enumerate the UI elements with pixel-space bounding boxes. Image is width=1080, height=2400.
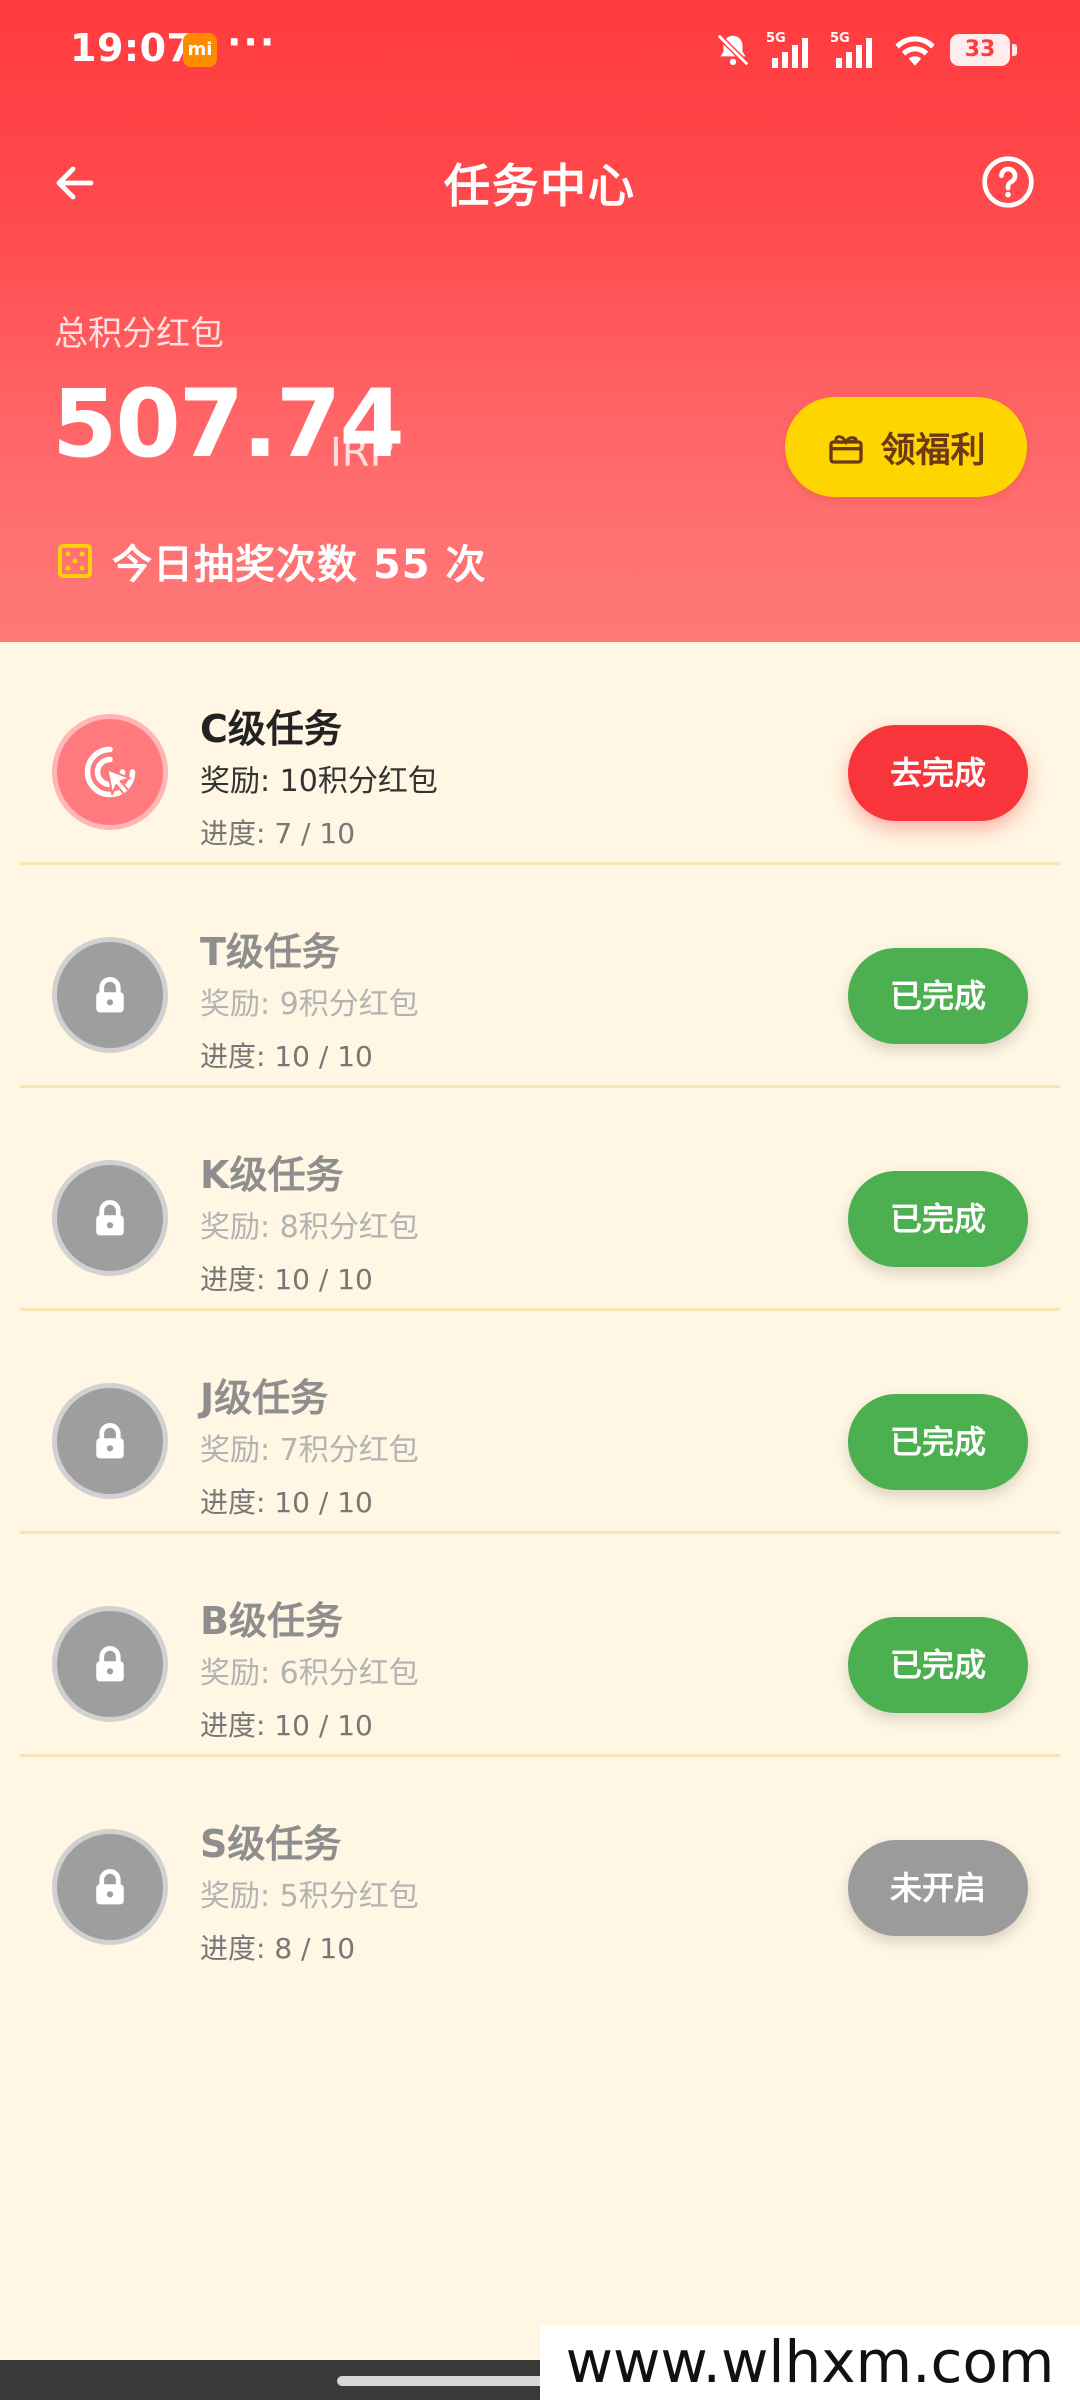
completed-button[interactable]: 已完成	[848, 1394, 1028, 1490]
task-name: B级任务	[200, 1599, 343, 1643]
points-unit: IRP	[330, 430, 394, 476]
lock-icon	[96, 1869, 124, 1905]
task-icon	[52, 1160, 168, 1276]
nav-bar: 任务中心	[0, 120, 1080, 240]
task-icon	[52, 714, 168, 830]
status-time: 19:07	[70, 26, 194, 70]
dice-icon	[58, 544, 92, 578]
battery-indicator: 33	[950, 34, 1017, 66]
status-bar: 19:07 mi ··· 5G 5G 33	[0, 0, 1080, 100]
task-icon	[52, 1829, 168, 1945]
completed-button[interactable]: 已完成	[848, 1617, 1028, 1713]
svg-text:5G: 5G	[766, 31, 786, 46]
task-progress: 进度: 7 / 10	[200, 817, 356, 850]
task-item-s: S级任务 奖励: 5积分红包 进度: 8 / 10 未开启	[20, 1757, 1060, 1980]
status-more-dots: ···	[227, 20, 277, 64]
welfare-button-label: 领福利	[880, 430, 986, 471]
task-name: K级任务	[200, 1153, 344, 1197]
task-progress: 进度: 10 / 10	[200, 1040, 373, 1073]
task-icon	[52, 937, 168, 1053]
mute-bell-icon	[716, 33, 750, 67]
mi-app-badge: mi	[183, 33, 217, 67]
task-icon	[52, 1383, 168, 1499]
task-icon	[52, 1606, 168, 1722]
task-name: C级任务	[200, 707, 342, 751]
task-list: C级任务 奖励: 10积分红包 进度: 7 / 10 去完成 T级任务 奖励: …	[20, 642, 1060, 1980]
wifi-icon	[895, 36, 935, 66]
lock-icon	[96, 1423, 124, 1459]
welfare-button[interactable]: 领福利	[785, 397, 1027, 497]
completed-button[interactable]: 已完成	[848, 1171, 1028, 1267]
task-progress: 进度: 10 / 10	[200, 1709, 373, 1742]
task-name: S级任务	[200, 1822, 342, 1866]
lottery-count-text: 今日抽奖次数 55 次	[112, 542, 487, 588]
signal-5g-icon-2: 5G	[830, 31, 872, 68]
task-reward: 奖励: 8积分红包	[200, 1210, 419, 1245]
task-name: T级任务	[200, 930, 340, 974]
completed-button[interactable]: 已完成	[848, 948, 1028, 1044]
task-progress: 进度: 10 / 10	[200, 1486, 373, 1519]
tap-cursor-icon	[84, 746, 136, 798]
task-reward: 奖励: 9积分红包	[200, 987, 419, 1022]
task-progress: 进度: 10 / 10	[200, 1263, 373, 1296]
help-button[interactable]	[972, 146, 1044, 218]
task-progress: 进度: 8 / 10	[200, 1932, 356, 1965]
points-label: 总积分红包	[54, 314, 224, 354]
task-item-j: J级任务 奖励: 7积分红包 进度: 10 / 10 已完成	[20, 1311, 1060, 1534]
task-reward: 奖励: 7积分红包	[200, 1433, 419, 1468]
task-reward: 奖励: 10积分红包	[200, 764, 438, 799]
gift-box-icon	[829, 435, 864, 464]
page-title: 任务中心	[444, 159, 636, 213]
lock-icon	[96, 977, 124, 1013]
watermark-text: www.wlhxm.com	[540, 2325, 1080, 2400]
task-reward: 奖励: 5积分红包	[200, 1879, 419, 1914]
svg-text:5G: 5G	[830, 31, 850, 46]
signal-5g-icon: 5G	[766, 31, 808, 68]
not-started-button[interactable]: 未开启	[848, 1840, 1028, 1936]
task-reward: 奖励: 6积分红包	[200, 1656, 419, 1691]
status-icons: 5G 5G 33	[714, 28, 1017, 72]
task-item-b: B级任务 奖励: 6积分红包 进度: 10 / 10 已完成	[20, 1534, 1060, 1757]
go-complete-button[interactable]: 去完成	[848, 725, 1028, 821]
question-circle-icon	[982, 156, 1034, 208]
task-item-c: C级任务 奖励: 10积分红包 进度: 7 / 10 去完成	[20, 642, 1060, 865]
lottery-count-row: 今日抽奖次数 55 次	[56, 532, 487, 590]
task-name: J级任务	[200, 1376, 329, 1420]
task-item-t: T级任务 奖励: 9积分红包 进度: 10 / 10 已完成	[20, 865, 1060, 1088]
lock-icon	[96, 1646, 124, 1682]
header: 19:07 mi ··· 5G 5G 33 任务中心 总积分红包 507.74 …	[0, 0, 1080, 642]
lock-icon	[96, 1200, 124, 1236]
task-item-k: K级任务 奖励: 8积分红包 进度: 10 / 10 已完成	[20, 1088, 1060, 1311]
